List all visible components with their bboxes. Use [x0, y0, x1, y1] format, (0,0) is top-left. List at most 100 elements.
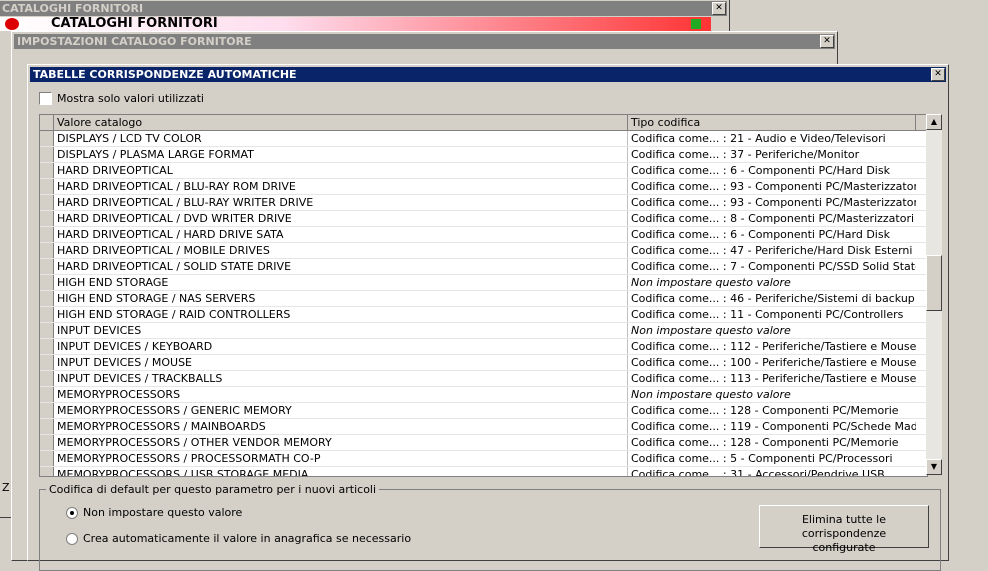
- cell-valore-catalogo[interactable]: MEMORYPROCESSORS / GENERIC MEMORY: [54, 403, 628, 418]
- table-row[interactable]: MEMORYPROCESSORS / PROCESSORMATH CO-P Cod…: [40, 451, 927, 467]
- table-row[interactable]: MEMORYPROCESSORS / MAINBOARDS Codifica co…: [40, 419, 927, 435]
- row-selector[interactable]: [40, 275, 54, 290]
- cell-tipo-codifica[interactable]: Codifica come... : 5 - Componenti PC/Pro…: [628, 451, 916, 466]
- table-row[interactable]: INPUT DEVICES / TRACKBALLS Codifica come.…: [40, 371, 927, 387]
- scroll-down-button[interactable]: ▼: [926, 459, 942, 475]
- cell-valore-catalogo[interactable]: DISPLAYS / LCD TV COLOR: [54, 131, 628, 146]
- row-selector[interactable]: [40, 371, 54, 386]
- row-selector[interactable]: [40, 163, 54, 178]
- cell-tipo-codifica[interactable]: Codifica come... : 11 - Componenti PC/Co…: [628, 307, 916, 322]
- cell-tipo-codifica[interactable]: Codifica come... : 6 - Componenti PC/Har…: [628, 163, 916, 178]
- cell-tipo-codifica[interactable]: Non impostare questo valore: [628, 387, 916, 402]
- cell-valore-catalogo[interactable]: MEMORYPROCESSORS / OTHER VENDOR MEMORY: [54, 435, 628, 450]
- cell-tipo-codifica[interactable]: Codifica come... : 8 - Componenti PC/Mas…: [628, 211, 916, 226]
- row-selector[interactable]: [40, 211, 54, 226]
- column-header-tipo[interactable]: Tipo codifica: [628, 115, 916, 130]
- row-selector[interactable]: [40, 147, 54, 162]
- cell-tipo-codifica[interactable]: Non impostare questo valore: [628, 275, 916, 290]
- row-selector[interactable]: [40, 435, 54, 450]
- close-button[interactable]: ✕: [931, 68, 945, 81]
- table-row[interactable]: HARD DRIVEOPTICAL / DVD WRITER DRIVE Codi…: [40, 211, 927, 227]
- cell-valore-catalogo[interactable]: HARD DRIVEOPTICAL / SOLID STATE DRIVE: [54, 259, 628, 274]
- row-selector[interactable]: [40, 307, 54, 322]
- row-selector[interactable]: [40, 259, 54, 274]
- cell-valore-catalogo[interactable]: INPUT DEVICES: [54, 323, 628, 338]
- cell-valore-catalogo[interactable]: HIGH END STORAGE: [54, 275, 628, 290]
- cell-tipo-codifica[interactable]: Codifica come... : 100 - Periferiche/Tas…: [628, 355, 916, 370]
- row-selector[interactable]: [40, 467, 54, 476]
- table-row[interactable]: HARD DRIVEOPTICAL / BLU-RAY WRITER DRIVE…: [40, 195, 927, 211]
- table-row[interactable]: HARD DRIVEOPTICAL / BLU-RAY ROM DRIVE Cod…: [40, 179, 927, 195]
- cell-tipo-codifica[interactable]: Codifica come... : 46 - Periferiche/Sist…: [628, 291, 916, 306]
- row-selector[interactable]: [40, 387, 54, 402]
- cell-tipo-codifica[interactable]: Codifica come... : 93 - Componenti PC/Ma…: [628, 195, 916, 210]
- cell-tipo-codifica[interactable]: Codifica come... : 37 - Periferiche/Moni…: [628, 147, 916, 162]
- cell-valore-catalogo[interactable]: MEMORYPROCESSORS / PROCESSORMATH CO-P: [54, 451, 628, 466]
- table-row[interactable]: INPUT DEVICES / KEYBOARD Codifica come...…: [40, 339, 927, 355]
- cell-valore-catalogo[interactable]: HARD DRIVEOPTICAL / BLU-RAY ROM DRIVE: [54, 179, 628, 194]
- cell-tipo-codifica[interactable]: Codifica come... : 128 - Componenti PC/M…: [628, 403, 916, 418]
- table-row[interactable]: MEMORYPROCESSORS / GENERIC MEMORY Codific…: [40, 403, 927, 419]
- table-row[interactable]: MEMORYPROCESSORS / OTHER VENDOR MEMORY Co…: [40, 435, 927, 451]
- row-selector[interactable]: [40, 291, 54, 306]
- cell-valore-catalogo[interactable]: HARD DRIVEOPTICAL / DVD WRITER DRIVE: [54, 211, 628, 226]
- cell-tipo-codifica[interactable]: Codifica come... : 7 - Componenti PC/SSD…: [628, 259, 916, 274]
- row-selector[interactable]: [40, 355, 54, 370]
- cell-valore-catalogo[interactable]: HARD DRIVEOPTICAL / BLU-RAY WRITER DRIVE: [54, 195, 628, 210]
- table-row[interactable]: HIGH END STORAGE / RAID CONTROLLERS Codif…: [40, 307, 927, 323]
- show-used-only-checkbox[interactable]: [39, 92, 52, 105]
- row-selector[interactable]: [40, 323, 54, 338]
- row-selector[interactable]: [40, 195, 54, 210]
- row-selector[interactable]: [40, 179, 54, 194]
- cell-tipo-codifica[interactable]: Codifica come... : 128 - Componenti PC/M…: [628, 435, 916, 450]
- radio-crea-automaticamente[interactable]: [66, 533, 78, 545]
- cell-valore-catalogo[interactable]: MEMORYPROCESSORS / USB STORAGE MEDIA: [54, 467, 628, 476]
- table-row[interactable]: MEMORYPROCESSORS Non impostare questo val…: [40, 387, 927, 403]
- scroll-up-button[interactable]: ▲: [926, 114, 942, 130]
- table-row[interactable]: INPUT DEVICES / MOUSE Codifica come... : …: [40, 355, 927, 371]
- vertical-scrollbar[interactable]: ▲ ▼: [926, 114, 942, 475]
- cell-valore-catalogo[interactable]: HIGH END STORAGE / RAID CONTROLLERS: [54, 307, 628, 322]
- radio-non-impostare[interactable]: [66, 507, 78, 519]
- row-selector[interactable]: [40, 451, 54, 466]
- table-row[interactable]: HARD DRIVEOPTICAL / MOBILE DRIVES Codific…: [40, 243, 927, 259]
- cell-tipo-codifica[interactable]: Codifica come... : 113 - Periferiche/Tas…: [628, 371, 916, 386]
- cell-valore-catalogo[interactable]: INPUT DEVICES / TRACKBALLS: [54, 371, 628, 386]
- cell-tipo-codifica[interactable]: Codifica come... : 112 - Periferiche/Tas…: [628, 339, 916, 354]
- cell-valore-catalogo[interactable]: HARD DRIVEOPTICAL / HARD DRIVE SATA: [54, 227, 628, 242]
- cell-tipo-codifica[interactable]: Codifica come... : 47 - Periferiche/Hard…: [628, 243, 916, 258]
- cell-tipo-codifica[interactable]: Codifica come... : 119 - Componenti PC/S…: [628, 419, 916, 434]
- cell-valore-catalogo[interactable]: MEMORYPROCESSORS / MAINBOARDS: [54, 419, 628, 434]
- table-row[interactable]: DISPLAYS / PLASMA LARGE FORMAT Codifica c…: [40, 147, 927, 163]
- table-row[interactable]: MEMORYPROCESSORS / USB STORAGE MEDIA Codi…: [40, 467, 927, 476]
- close-button[interactable]: ✕: [820, 35, 834, 48]
- table-row[interactable]: HARD DRIVEOPTICAL Codifica come... : 6 - …: [40, 163, 927, 179]
- scroll-thumb[interactable]: [926, 255, 942, 311]
- close-button[interactable]: ✕: [712, 2, 726, 15]
- table-row[interactable]: HIGH END STORAGE / NAS SERVERS Codifica c…: [40, 291, 927, 307]
- row-selector[interactable]: [40, 243, 54, 258]
- cell-valore-catalogo[interactable]: MEMORYPROCESSORS: [54, 387, 628, 402]
- cell-valore-catalogo[interactable]: HIGH END STORAGE / NAS SERVERS: [54, 291, 628, 306]
- cell-valore-catalogo[interactable]: INPUT DEVICES / KEYBOARD: [54, 339, 628, 354]
- column-header-valore[interactable]: Valore catalogo: [54, 115, 628, 130]
- cell-valore-catalogo[interactable]: INPUT DEVICES / MOUSE: [54, 355, 628, 370]
- table-row[interactable]: DISPLAYS / LCD TV COLOR Codifica come... …: [40, 131, 927, 147]
- cell-tipo-codifica[interactable]: Codifica come... : 93 - Componenti PC/Ma…: [628, 179, 916, 194]
- cell-tipo-codifica[interactable]: Codifica come... : 31 - Accessori/Pendri…: [628, 467, 916, 476]
- row-selector[interactable]: [40, 403, 54, 418]
- row-selector[interactable]: [40, 131, 54, 146]
- cell-tipo-codifica[interactable]: Codifica come... : 6 - Componenti PC/Har…: [628, 227, 916, 242]
- cell-valore-catalogo[interactable]: HARD DRIVEOPTICAL: [54, 163, 628, 178]
- cell-valore-catalogo[interactable]: DISPLAYS / PLASMA LARGE FORMAT: [54, 147, 628, 162]
- cell-tipo-codifica[interactable]: Non impostare questo valore: [628, 323, 916, 338]
- row-selector[interactable]: [40, 339, 54, 354]
- table-row[interactable]: HIGH END STORAGE Non impostare questo val…: [40, 275, 927, 291]
- cell-tipo-codifica[interactable]: Codifica come... : 21 - Audio e Video/Te…: [628, 131, 916, 146]
- table-row[interactable]: INPUT DEVICES Non impostare questo valore: [40, 323, 927, 339]
- delete-all-mappings-button[interactable]: Elimina tutte le corrispondenze configur…: [759, 505, 929, 554]
- row-selector[interactable]: [40, 419, 54, 434]
- table-row[interactable]: HARD DRIVEOPTICAL / SOLID STATE DRIVE Cod…: [40, 259, 927, 275]
- table-row[interactable]: HARD DRIVEOPTICAL / HARD DRIVE SATA Codif…: [40, 227, 927, 243]
- cell-valore-catalogo[interactable]: HARD DRIVEOPTICAL / MOBILE DRIVES: [54, 243, 628, 258]
